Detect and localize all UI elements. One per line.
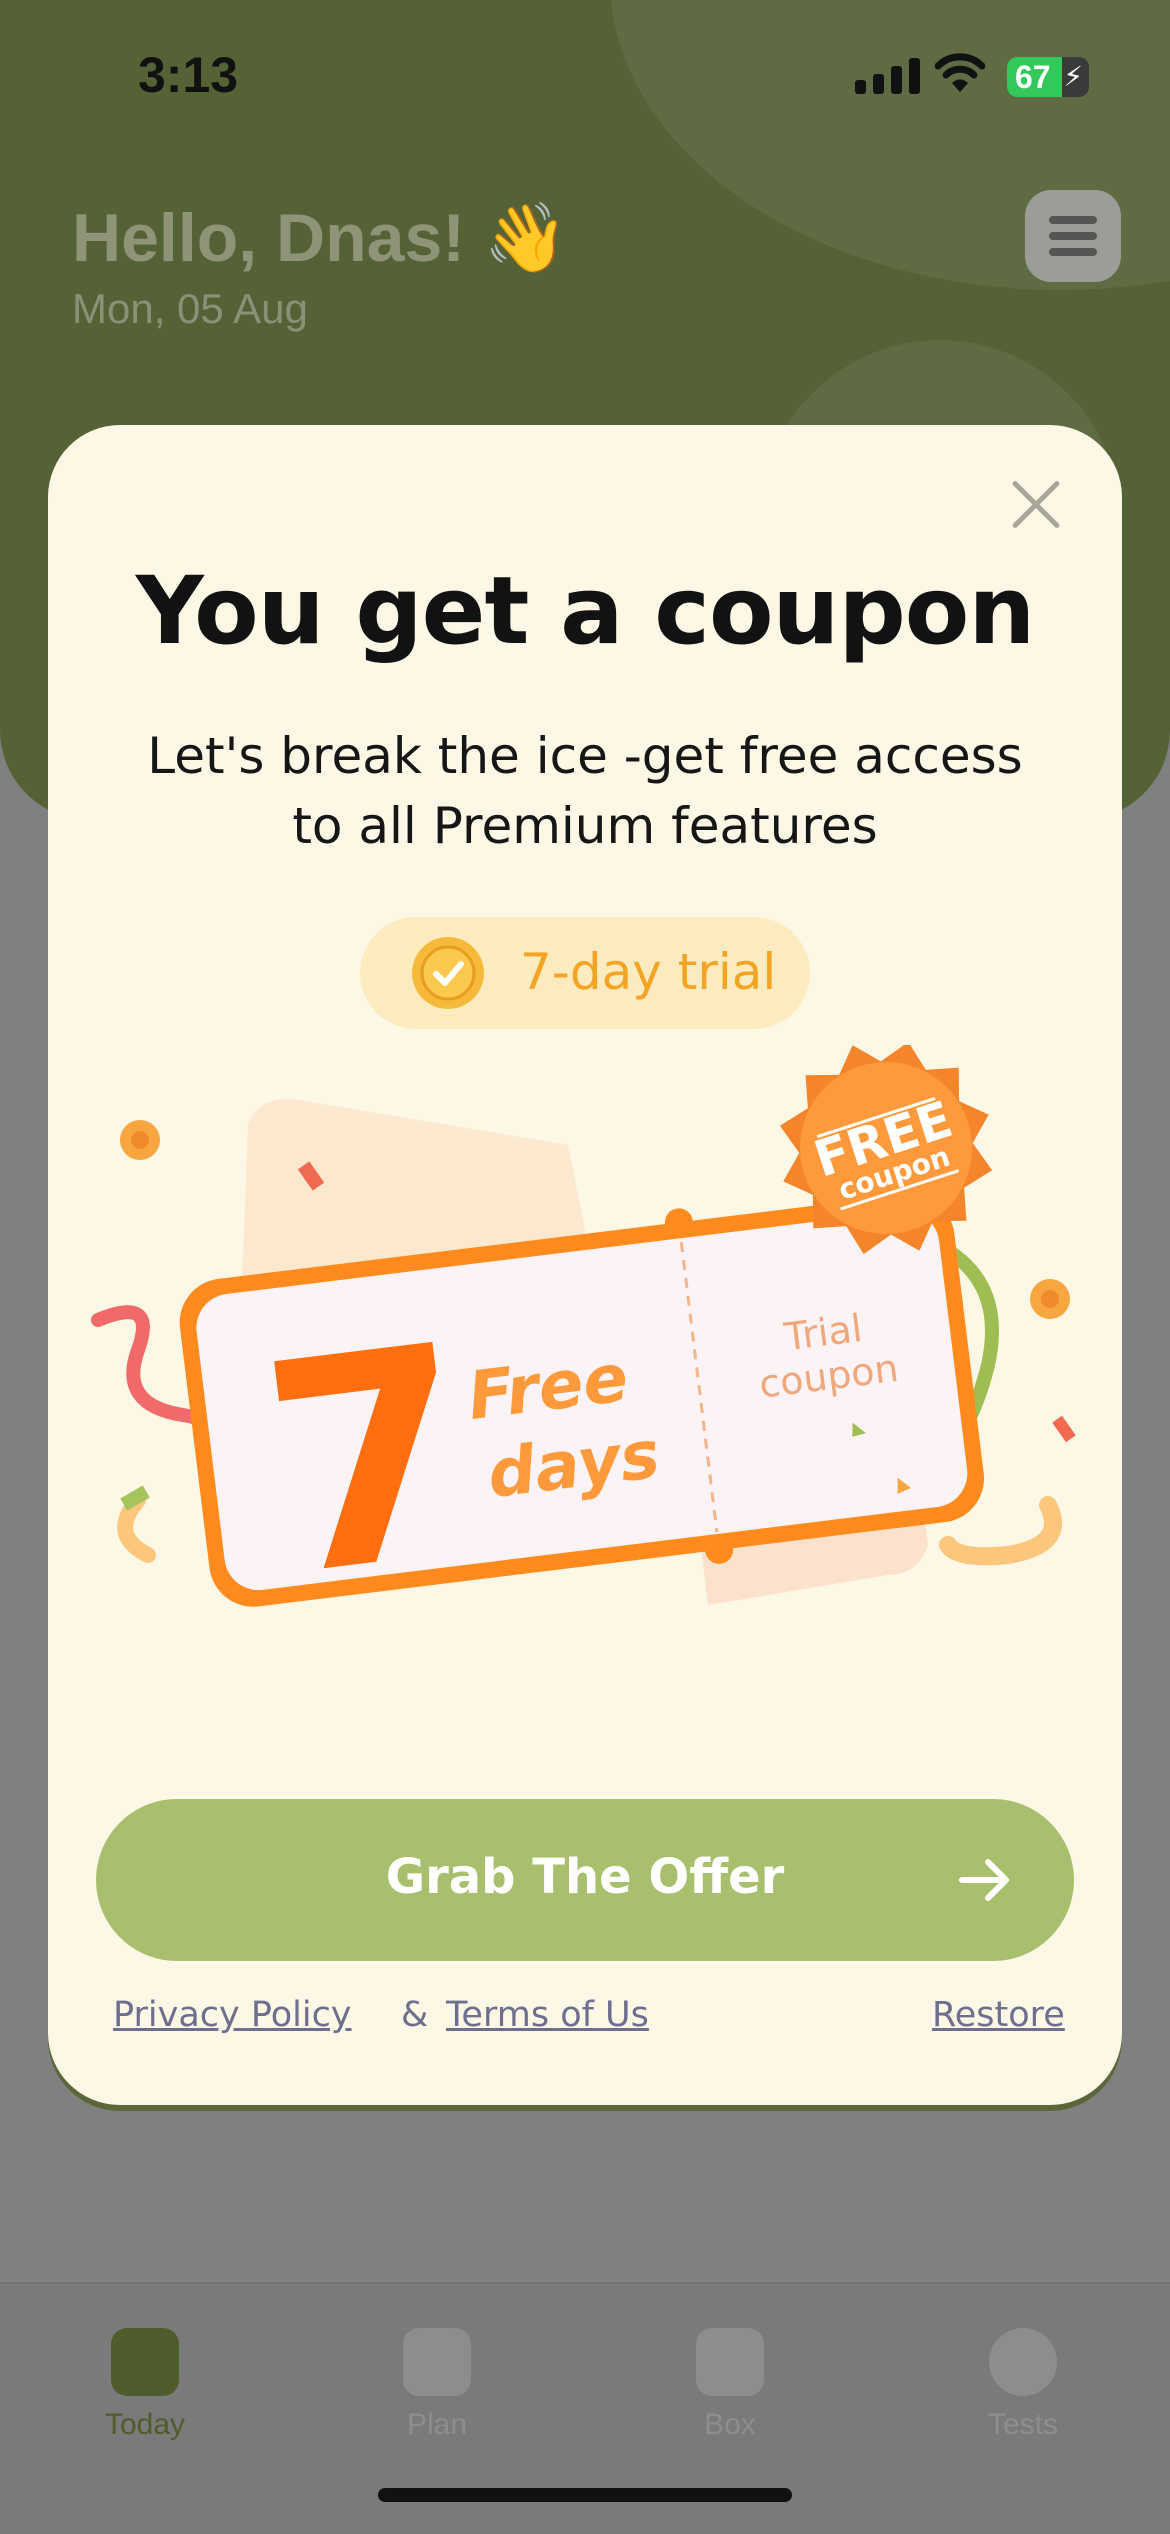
- coupon-illustration: 7 Free days Trial coupon FREE coupon: [48, 1045, 1122, 1685]
- charging-bolt-icon: ⚡: [1063, 60, 1083, 93]
- close-icon[interactable]: [1008, 477, 1064, 533]
- terms-link[interactable]: Terms of Us: [446, 1995, 649, 2035]
- tab-label: Today: [104, 2408, 186, 2441]
- trial-pill: 7-day trial: [360, 917, 810, 1029]
- grab-offer-button[interactable]: Grab The Offer: [96, 1799, 1074, 1961]
- coupon-graphic: 7 Free days Trial coupon FREE coupon: [91, 1045, 1076, 1642]
- coupon-modal: You get a coupon Let's break the ice -ge…: [48, 425, 1122, 2105]
- arrow-right-icon: [959, 1859, 1009, 1901]
- tab-box[interactable]: Box: [630, 2304, 830, 2442]
- home-indicator[interactable]: [378, 2488, 792, 2502]
- tab-label: Plan: [406, 2408, 468, 2441]
- box-icon: [696, 2328, 764, 2396]
- footer-links: Privacy Policy & Terms of Us Restore: [113, 1995, 1065, 2055]
- trial-label: 7-day trial: [520, 943, 777, 1001]
- subtitle-line: Let's break the ice -get free access: [147, 727, 1023, 785]
- coupon-number: 7: [248, 1283, 489, 1642]
- checkmark-badge-icon: [989, 2328, 1057, 2396]
- ampersand: &: [401, 1995, 429, 2035]
- modal-subtitle: Let's break the ice -get free access to …: [128, 721, 1042, 861]
- privacy-policy-link[interactable]: Privacy Policy: [113, 1995, 352, 2035]
- tab-label: Box: [704, 2408, 756, 2441]
- tab-tests[interactable]: Tests: [923, 2304, 1123, 2442]
- status-time: 3:13: [138, 47, 239, 103]
- battery-icon: 67 ⚡: [1007, 57, 1089, 97]
- modal-title: You get a coupon: [135, 557, 1036, 666]
- verified-badge-icon: [412, 937, 484, 1009]
- calendar-icon: [111, 2328, 179, 2396]
- clipboard-icon: [403, 2328, 471, 2396]
- date-label: Mon, 05 Aug: [72, 285, 308, 332]
- wifi-icon: [935, 53, 985, 92]
- subtitle-line: to all Premium features: [292, 797, 878, 855]
- battery-percent: 67: [1015, 59, 1051, 95]
- tab-label: Tests: [987, 2408, 1059, 2441]
- tab-today[interactable]: Today: [45, 2304, 245, 2442]
- greeting-title: Hello, Dnas! 👋: [72, 200, 569, 276]
- cta-label: Grab The Offer: [385, 1849, 785, 1905]
- restore-link[interactable]: Restore: [932, 1995, 1065, 2035]
- status-bar: 3:13 67 ⚡: [0, 0, 1170, 150]
- menu-button[interactable]: [1025, 190, 1121, 282]
- cellular-signal-icon: [855, 56, 920, 94]
- tab-plan[interactable]: Plan: [337, 2304, 537, 2442]
